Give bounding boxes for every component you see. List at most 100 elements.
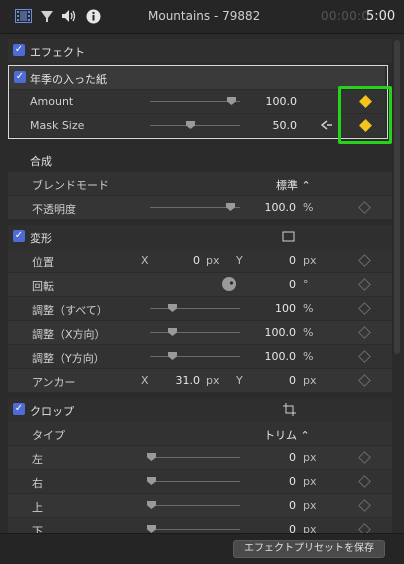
scale-y-slider-knob[interactable] — [168, 352, 177, 360]
blend-mode-label: ブレンドモード — [32, 179, 109, 192]
crop-checkbox[interactable]: ✓ — [13, 403, 25, 415]
amount-slider-knob[interactable] — [227, 97, 236, 105]
info-icon[interactable] — [86, 9, 101, 24]
opacity-label: 不透明度 — [32, 203, 76, 216]
blend-mode-select[interactable]: 標準 ⌃ — [276, 177, 311, 193]
transform-section-label: 変形 — [30, 232, 52, 245]
mask-size-slider-track[interactable] — [150, 125, 240, 126]
save-effects-preset-button[interactable]: エフェクトプリセットを保存 — [233, 540, 385, 558]
blend-mode-value: 標準 — [276, 179, 298, 192]
previous-keyframe-icon[interactable] — [321, 120, 333, 130]
annotation-highlight-box — [338, 86, 392, 144]
crop-section-header[interactable]: ✓ クロップ — [8, 398, 392, 422]
composite-section-header[interactable]: 合成 — [8, 148, 392, 172]
crop-section-label: クロップ — [30, 405, 74, 418]
scale-y-keyframe-icon[interactable] — [358, 350, 371, 363]
crop-top-label: 上 — [32, 501, 43, 514]
film-icon[interactable] — [15, 9, 32, 23]
position-y-value[interactable]: 0 — [263, 254, 296, 267]
scale-x-slider-track[interactable] — [150, 332, 240, 333]
filter-icon[interactable] — [40, 9, 54, 23]
effects-checkbox[interactable]: ✓ — [13, 44, 25, 56]
scale-y-row: 調整（Y方向） 100.0 % — [8, 345, 392, 368]
rotation-label: 回転 — [32, 280, 54, 293]
scale-y-slider-track[interactable] — [150, 356, 240, 357]
mask-size-slider-knob[interactable] — [186, 121, 195, 129]
opacity-keyframe-icon[interactable] — [358, 201, 371, 214]
opacity-value[interactable]: 100.0 — [248, 201, 297, 214]
scale-y-label: 調整（Y方向） — [32, 352, 105, 365]
opacity-row: 不透明度 100.0 % — [8, 196, 392, 219]
scale-x-value[interactable]: 100.0 — [248, 326, 297, 339]
scale-all-keyframe-icon[interactable] — [358, 302, 371, 315]
speaker-icon[interactable] — [61, 9, 78, 23]
position-label: 位置 — [32, 256, 54, 269]
scale-x-keyframe-icon[interactable] — [358, 326, 371, 339]
scale-all-unit: % — [303, 302, 314, 315]
crop-bottom-label: 下 — [32, 525, 43, 533]
crop-right-unit: px — [303, 475, 317, 488]
crop-right-label: 右 — [32, 477, 43, 490]
composite-section-label: 合成 — [30, 155, 52, 168]
crop-bottom-value[interactable]: 0 — [248, 523, 296, 533]
opacity-unit: % — [303, 201, 314, 214]
scale-x-unit: % — [303, 326, 314, 339]
crop-left-label: 左 — [32, 453, 43, 466]
crop-top-value[interactable]: 0 — [248, 499, 296, 512]
crop-top-slider-track[interactable] — [150, 505, 240, 506]
effects-section-header[interactable]: ✓ エフェクト — [8, 39, 392, 63]
position-x-value[interactable]: 0 — [168, 254, 200, 267]
crop-onscreen-icon[interactable] — [283, 403, 296, 416]
inspector-scrollbar[interactable] — [394, 40, 400, 354]
anchor-keyframe-icon[interactable] — [358, 374, 371, 387]
transform-onscreen-icon[interactable] — [282, 231, 295, 242]
mask-size-value[interactable]: 50.0 — [249, 119, 298, 132]
rotation-keyframe-icon[interactable] — [358, 278, 371, 291]
scale-y-value[interactable]: 100.0 — [248, 350, 297, 363]
anchor-x-unit: px — [206, 374, 220, 387]
amount-slider-track[interactable] — [150, 101, 240, 102]
crop-type-select[interactable]: トリム ⌃ — [264, 427, 310, 443]
position-y-label: Y — [236, 254, 243, 267]
anchor-y-unit: px — [303, 374, 317, 387]
crop-right-slider-track[interactable] — [150, 481, 240, 482]
aged-paper-label: 年季の入った紙 — [30, 73, 107, 86]
blend-mode-row: ブレンドモード 標準 ⌃ — [8, 172, 392, 195]
rotation-row: 回転 0 ° — [8, 273, 392, 296]
crop-right-value[interactable]: 0 — [248, 475, 296, 488]
aged-paper-checkbox[interactable]: ✓ — [14, 71, 26, 83]
timecode-dim: 00:00:0 — [321, 9, 370, 23]
inspector-header: Mountains - 79882 00:00:0 5:00 — [0, 0, 404, 34]
anchor-y-value[interactable]: 0 — [263, 374, 296, 387]
amount-value[interactable]: 100.0 — [249, 95, 298, 108]
crop-top-slider-knob[interactable] — [147, 501, 156, 509]
transform-checkbox[interactable]: ✓ — [13, 230, 25, 242]
param-row-mask-size: Mask Size 50.0 — [9, 114, 385, 137]
transform-section-header[interactable]: ✓ 変形 — [8, 225, 392, 249]
position-keyframe-icon[interactable] — [358, 254, 371, 267]
crop-bottom-slider-knob[interactable] — [147, 525, 156, 533]
crop-right-keyframe-icon[interactable] — [358, 475, 371, 488]
effects-section-label: エフェクト — [30, 46, 85, 59]
crop-top-keyframe-icon[interactable] — [358, 499, 371, 512]
crop-bottom-row: 下 0 px — [8, 518, 392, 533]
effect-row-aged-paper[interactable]: ✓ 年季の入った紙 — [9, 66, 385, 89]
rotation-dial-icon[interactable] — [221, 276, 237, 292]
crop-right-slider-knob[interactable] — [147, 477, 156, 485]
crop-right-row: 右 0 px — [8, 470, 392, 493]
opacity-slider-knob[interactable] — [226, 203, 235, 211]
crop-bottom-slider-track[interactable] — [150, 529, 240, 530]
clip-title: Mountains - 79882 — [148, 9, 261, 23]
anchor-x-value[interactable]: 31.0 — [168, 374, 201, 387]
scale-all-value[interactable]: 100 — [248, 302, 296, 315]
crop-bottom-keyframe-icon[interactable] — [358, 523, 371, 533]
crop-left-keyframe-icon[interactable] — [358, 451, 371, 464]
timecode: 5:00 — [366, 9, 396, 24]
rotation-value[interactable]: 0 — [263, 278, 296, 291]
crop-left-slider-knob[interactable] — [147, 453, 156, 461]
scale-x-slider-knob[interactable] — [168, 328, 177, 336]
crop-left-slider-track[interactable] — [150, 457, 240, 458]
crop-left-value[interactable]: 0 — [248, 451, 296, 464]
scale-all-slider-knob[interactable] — [168, 304, 177, 312]
scale-all-slider-track[interactable] — [150, 308, 240, 309]
